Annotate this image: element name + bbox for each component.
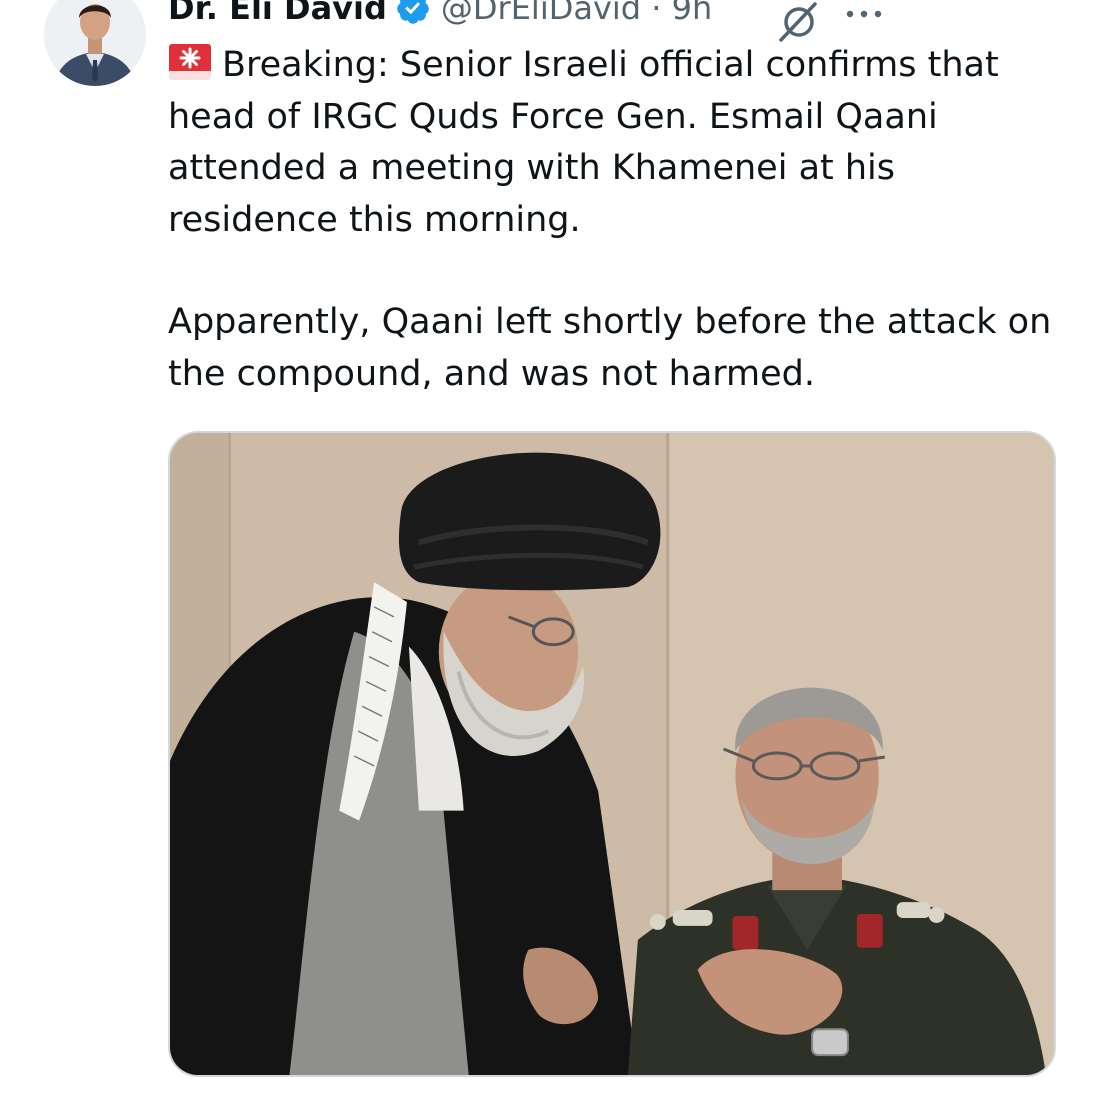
grok-icon[interactable]	[775, 2, 819, 42]
tweet-text: Breaking: Senior Israeli official confir…	[168, 40, 1068, 400]
tweet-paragraph-1-text: Breaking: Senior Israeli official confir…	[168, 45, 999, 240]
more-options-icon[interactable]	[842, 4, 886, 28]
tweet-paragraph-1: Breaking: Senior Israeli official confir…	[168, 40, 1068, 246]
author-avatar[interactable]	[44, 0, 146, 86]
author-name[interactable]: Dr. Eli David	[168, 0, 387, 27]
tweet-header: Dr. Eli David @DrEliDavid · 9h	[168, 0, 1068, 30]
verified-badge-icon[interactable]	[395, 0, 431, 26]
tweet-paragraph-2: Apparently, Qaani left shortly before th…	[168, 302, 1052, 394]
author-handle-time[interactable]: @DrEliDavid · 9h	[441, 0, 712, 27]
tweet-media-photo[interactable]	[168, 431, 1056, 1077]
siren-emoji-icon	[168, 43, 212, 81]
